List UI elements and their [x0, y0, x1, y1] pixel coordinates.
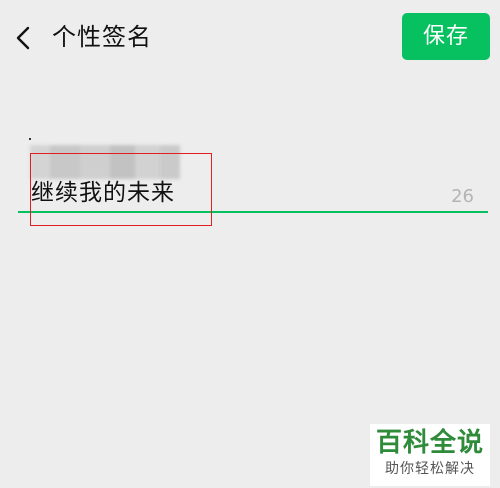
save-button[interactable]: 保存: [402, 13, 490, 60]
watermark-title: 百科全说: [375, 428, 484, 458]
chevron-left-icon: [16, 26, 30, 50]
page-title: 个性签名: [52, 23, 152, 51]
top-bar: 个性签名 保存: [0, 0, 500, 76]
watermark-logo: 百科全说 助你轻松解决: [370, 424, 490, 486]
watermark-subtitle: 助你轻松解决: [385, 461, 475, 477]
remaining-char-count: 26: [451, 186, 474, 207]
back-button[interactable]: [10, 20, 38, 56]
annotation-highlight-box: [30, 153, 212, 226]
cursor-dot: [29, 138, 31, 140]
